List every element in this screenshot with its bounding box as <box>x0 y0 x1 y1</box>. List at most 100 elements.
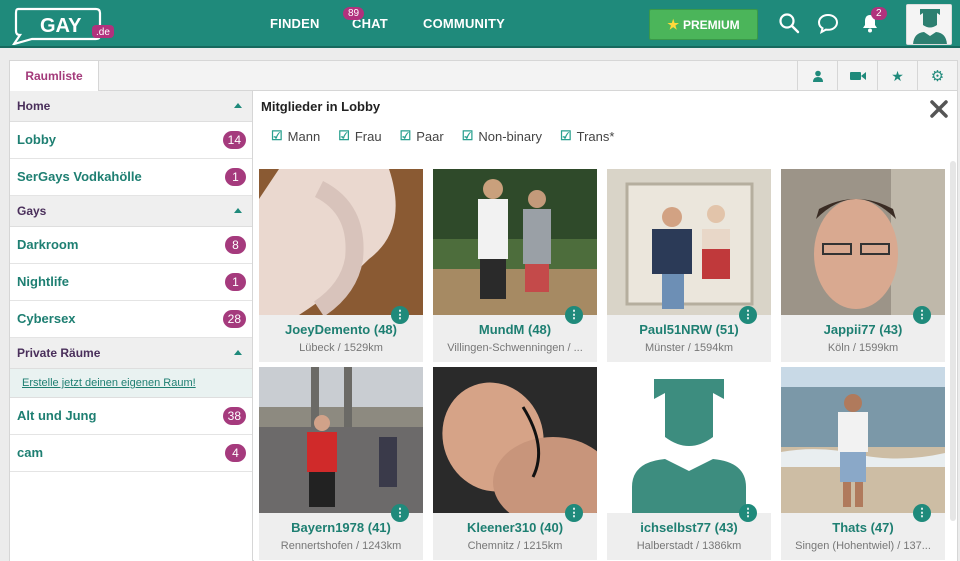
member-card[interactable]: ⋮ Thats (47) Singen (Hohentwiel) / 137..… <box>781 367 945 560</box>
room-label: Cybersex <box>17 311 76 326</box>
premium-button[interactable]: ★ PREMIUM <box>649 9 758 40</box>
room-list-sidebar: Home Lobby 14 SerGays Vodkahölle 1 Gays … <box>10 91 253 561</box>
star-icon: ★ <box>891 67 904 84</box>
room-label: Lobby <box>17 132 56 147</box>
member-photo[interactable] <box>781 367 945 513</box>
close-icon[interactable] <box>928 98 950 120</box>
member-photo[interactable] <box>259 169 423 315</box>
member-name[interactable]: Bayern1978 (41) <box>259 520 423 535</box>
member-location: Münster / 1594km <box>644 342 734 354</box>
member-card[interactable]: ⋮ Jappii77 (43) Köln / 1599km <box>781 169 945 362</box>
member-location: Singen (Hohentwiel) / 137... <box>795 540 931 552</box>
member-card[interactable]: ⋮ Paul51NRW (51) Münster / 1594km <box>607 169 771 362</box>
chat-bubble-icon[interactable] <box>817 12 839 34</box>
avatar[interactable] <box>906 4 952 45</box>
tool-settings[interactable]: ⚙ <box>917 61 957 91</box>
filter-mann[interactable]: ☑ Mann <box>271 128 320 144</box>
section-label: Gays <box>17 204 47 218</box>
section-gays[interactable]: Gays <box>10 196 252 227</box>
room-label: Darkroom <box>17 237 79 252</box>
member-card[interactable]: ⋮ Bayern1978 (41) Rennertshofen / 1243km <box>259 367 423 560</box>
filter-frau[interactable]: ☑ Frau <box>338 128 381 144</box>
member-name[interactable]: Thats (47) <box>781 520 945 535</box>
checkbox-checked-icon[interactable]: ☑ <box>560 128 572 144</box>
filter-label: Frau <box>354 128 382 144</box>
member-name[interactable]: JoeyDemento (48) <box>259 322 423 337</box>
checkbox-checked-icon[interactable]: ☑ <box>400 128 412 144</box>
section-label: Home <box>17 99 51 113</box>
filter-paar[interactable]: ☑ Paar <box>400 128 444 144</box>
collapse-caret-icon[interactable] <box>234 350 242 355</box>
page-title: Mitglieder in Lobby <box>261 99 381 114</box>
collapse-caret-icon[interactable] <box>234 208 242 213</box>
member-card[interactable]: ⋮ ichselbst77 (43) Halberstadt / 1386km <box>607 367 771 560</box>
checkbox-checked-icon[interactable]: ☑ <box>271 128 283 144</box>
nav-finden[interactable]: FINDEN <box>270 16 320 31</box>
member-card[interactable]: ⋮ MundM (48) Villingen-Schwenningen / ..… <box>433 169 597 362</box>
member-photo[interactable] <box>259 367 423 513</box>
member-photo[interactable] <box>433 169 597 315</box>
room-label: cam <box>17 445 44 460</box>
member-list: Mitglieder in Lobby ☑ Mann ☑ Frau ☑ Paar ☑ N… <box>254 91 957 561</box>
member-location: Halberstadt / 1386km <box>636 540 742 552</box>
tool-favorites[interactable]: ★ <box>877 61 917 91</box>
scrollbar[interactable] <box>950 161 956 521</box>
logo-text: GAY <box>40 15 82 37</box>
room-count-badge: 8 <box>225 236 246 254</box>
gay-de-logo[interactable]: GAY .de <box>10 5 115 45</box>
top-navigation-bar: GAY .de FINDEN CHAT 89 COMMUNITY ★ PREMI… <box>0 0 960 48</box>
room-item-nightlife[interactable]: Nightlife 1 <box>10 264 252 301</box>
chat-count-badge: 89 <box>343 7 365 20</box>
section-private-rooms[interactable]: Private Räume <box>10 338 252 369</box>
tool-user[interactable] <box>797 61 837 91</box>
member-name[interactable]: Jappii77 (43) <box>781 322 945 337</box>
room-item-darkroom[interactable]: Darkroom 8 <box>10 227 252 264</box>
room-count-badge: 28 <box>222 310 246 328</box>
room-label: Nightlife <box>17 274 69 289</box>
notification-badge: 2 <box>871 7 887 20</box>
tab-raumliste[interactable]: Raumliste <box>10 61 99 92</box>
tab-bar: Raumliste ★ ⚙ <box>10 61 957 92</box>
filter-label: Non-binary <box>478 128 542 144</box>
member-name[interactable]: Paul51NRW (51) <box>607 322 771 337</box>
logo-sub: .de <box>96 27 110 38</box>
member-name[interactable]: MundM (48) <box>433 322 597 337</box>
filter-non-binary[interactable]: ☑ Non-binary <box>462 128 542 144</box>
star-icon: ★ <box>667 16 679 32</box>
nav-community[interactable]: COMMUNITY <box>423 16 505 31</box>
room-item-sergays-vodkaholle[interactable]: SerGays Vodkahölle 1 <box>10 159 252 196</box>
collapse-caret-icon[interactable] <box>234 103 242 108</box>
create-room-link[interactable]: Erstelle jetzt deinen eigenen Raum! <box>10 369 252 398</box>
member-photo[interactable] <box>607 169 771 315</box>
room-item-lobby[interactable]: Lobby 14 <box>10 122 252 159</box>
room-label: Alt und Jung <box>17 408 97 423</box>
video-camera-icon <box>849 72 866 80</box>
room-item-cybersex[interactable]: Cybersex 28 <box>10 301 252 338</box>
room-count-badge: 1 <box>225 273 246 291</box>
filter-trans[interactable]: ☑ Trans* <box>560 128 614 144</box>
room-item-cam[interactable]: cam 4 <box>10 435 252 472</box>
member-card[interactable]: ⋮ Kleener310 (40) Chemnitz / 1215km <box>433 367 597 560</box>
filter-label: Trans* <box>576 128 615 144</box>
search-icon[interactable] <box>778 12 800 34</box>
gender-filters: ☑ Mann ☑ Frau ☑ Paar ☑ Non-binary ☑ Trans* <box>271 128 632 144</box>
user-icon <box>812 70 823 82</box>
checkbox-checked-icon[interactable]: ☑ <box>338 128 350 144</box>
premium-label: PREMIUM <box>682 17 740 32</box>
section-home[interactable]: Home <box>10 91 252 122</box>
chat-panel: Raumliste ★ ⚙ Home Lobby 14 SerGays Vodk… <box>9 60 958 561</box>
room-count-badge: 38 <box>222 407 246 425</box>
member-name[interactable]: ichselbst77 (43) <box>607 520 771 535</box>
member-location: Rennertshofen / 1243km <box>280 540 402 552</box>
member-photo[interactable] <box>781 169 945 315</box>
room-item-alt-und-jung[interactable]: Alt und Jung 38 <box>10 398 252 435</box>
section-label: Private Räume <box>17 346 101 360</box>
checkbox-checked-icon[interactable]: ☑ <box>462 128 474 144</box>
room-count-badge: 4 <box>225 444 246 462</box>
member-name[interactable]: Kleener310 (40) <box>433 520 597 535</box>
tool-video[interactable] <box>837 61 877 91</box>
member-photo[interactable] <box>607 367 771 513</box>
member-photo[interactable] <box>433 367 597 513</box>
member-location: Köln / 1599km <box>827 342 899 354</box>
member-card[interactable]: ⋮ JoeyDemento (48) Lübeck / 1529km <box>259 169 423 362</box>
